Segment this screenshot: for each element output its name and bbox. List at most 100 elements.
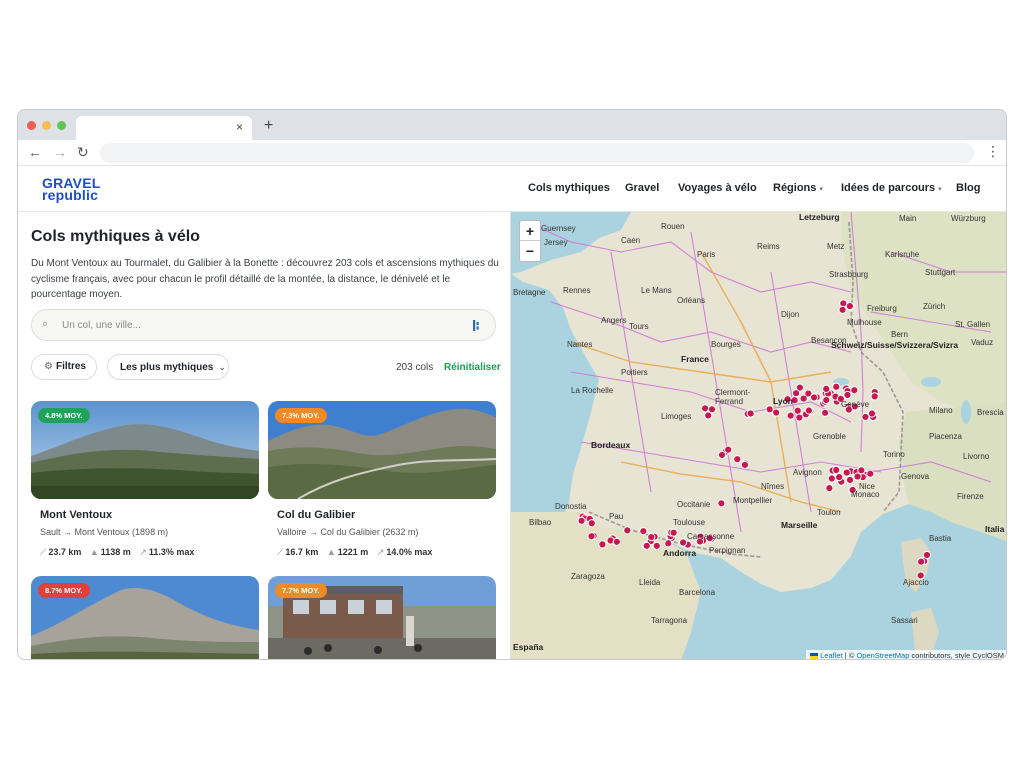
col-marker[interactable] [843,390,852,400]
col-marker[interactable] [700,404,710,413]
nav-regions[interactable]: Régions ▾ [773,182,823,194]
col-marker[interactable] [822,384,831,393]
col-marker[interactable] [664,539,673,548]
col-marker[interactable] [746,409,755,418]
col-marker[interactable] [850,386,859,395]
col-marker[interactable] [717,499,726,508]
col-marker[interactable] [870,392,879,401]
osm-link[interactable]: OpenStreetMap [856,651,909,659]
col-card-4[interactable]: 7.7% MOY. [268,576,496,659]
col-marker[interactable] [922,550,932,560]
reload-icon[interactable]: ↻ [77,145,89,159]
tab-close-icon[interactable]: × [236,121,243,133]
col-marker[interactable] [791,389,801,398]
col-marker[interactable] [838,305,847,314]
map-label: Nîmes [761,482,785,491]
new-tab-icon[interactable]: + [264,118,273,134]
minimize-window-dot[interactable] [42,121,51,130]
col-marker[interactable] [832,465,841,475]
col-marker[interactable] [832,382,841,391]
col-marker[interactable] [587,519,596,528]
map-panel[interactable]: + − Guernsey Jersey Letzeburg Main Würzb… [510,212,1006,659]
forward-arrow-icon[interactable]: → [53,145,67,159]
nav-label: Gravel [625,182,660,194]
sort-select[interactable]: Les plus mythiques ⌄ [107,354,229,380]
search-input[interactable] [62,318,442,333]
col-marker[interactable] [647,533,656,542]
col-marker[interactable] [765,405,774,414]
col-marker[interactable] [822,395,831,405]
col-card-galibier[interactable]: 7.3% MOY. Col du Galibier Valloire → Col… [268,401,496,581]
nav-gravel[interactable]: Gravel [625,182,659,194]
locate-icon[interactable] [472,319,482,332]
filters-label: Filtres [55,361,86,372]
col-marker[interactable] [845,301,854,311]
nav-label: Cols mythiques [528,182,610,194]
col-marker[interactable] [917,557,926,566]
filters-button[interactable]: ⚙ Filtres [31,354,97,380]
col-marker[interactable] [652,541,661,550]
browser-window: × + ← → ↻ ⋮ GRAVEL republic Cols mythiqu… [17,109,1007,660]
col-marker[interactable] [577,516,586,525]
col-marker[interactable] [835,473,844,482]
col-elevation: 1221 m [337,547,369,557]
col-marker[interactable] [786,411,795,420]
col-marker[interactable] [707,405,717,414]
col-marker[interactable] [678,538,688,547]
col-marker[interactable] [866,469,875,478]
col-marker[interactable] [861,412,870,422]
col-marker[interactable] [867,409,877,418]
map-label: Caen [621,236,641,245]
col-marker[interactable] [724,445,733,454]
avg-gradient-badge: 7.3% MOY. [275,408,327,423]
trend-chart-icon: ↗ [139,547,147,557]
map-label: La Rochelle [571,386,614,395]
close-window-dot[interactable] [27,121,36,130]
browser-menu-icon[interactable]: ⋮ [986,144,1000,158]
col-marker[interactable] [827,474,836,483]
nav-cols-mythiques[interactable]: Cols mythiques [528,182,610,194]
leaflet-link[interactable]: Leaflet [820,651,843,659]
col-marker[interactable] [853,472,862,481]
reset-button[interactable]: Réinitialiser [444,362,501,373]
col-marker[interactable] [825,484,834,493]
nav-idees-de-parcours[interactable]: Idées de parcours ▾ [841,182,942,194]
distance-icon: ⟋ [277,547,284,557]
col-marker[interactable] [804,406,814,415]
col-marker[interactable] [740,460,750,470]
col-marker[interactable] [598,540,607,549]
map-label: Mulhouse [847,318,882,327]
zoom-out-button[interactable]: − [520,241,540,261]
map-label: Guernsey [541,224,576,233]
col-marker[interactable] [642,541,651,550]
map-label: Marseille [781,520,818,530]
col-marker[interactable] [821,408,830,417]
col-marker[interactable] [669,528,678,537]
col-marker[interactable] [612,537,621,546]
col-marker[interactable] [733,455,742,464]
maximize-window-dot[interactable] [57,121,66,130]
nav-blog[interactable]: Blog [956,182,980,194]
address-bar[interactable] [100,143,974,163]
map-label: Zürich [923,302,946,311]
col-card-mont-ventoux[interactable]: 4.8% MOY. Mont Ventoux Sault → Mont Vent… [31,401,259,581]
col-max-gradient: 14.0% max [386,547,433,557]
col-marker[interactable] [639,527,648,536]
map-label: Bretagne [513,288,546,297]
nav-voyages-a-velo[interactable]: Voyages à vélo [678,182,757,194]
col-marker[interactable] [623,526,632,535]
site-logo[interactable]: GRAVEL republic [42,176,101,202]
zoom-in-button[interactable]: + [520,221,540,241]
col-card-3[interactable]: 8.7% MOY. [31,576,259,659]
browser-tab[interactable] [76,116,252,140]
col-marker[interactable] [842,468,851,477]
col-marker[interactable] [809,393,819,402]
col-marker[interactable] [799,394,808,403]
col-marker[interactable] [717,450,727,460]
col-marker[interactable] [587,532,596,541]
avg-gradient-badge: 4.8% MOY. [38,408,90,423]
back-arrow-icon[interactable]: ← [28,145,42,159]
map-label: Jersey [544,238,568,247]
col-marker[interactable] [793,406,802,415]
col-marker[interactable] [845,475,855,485]
